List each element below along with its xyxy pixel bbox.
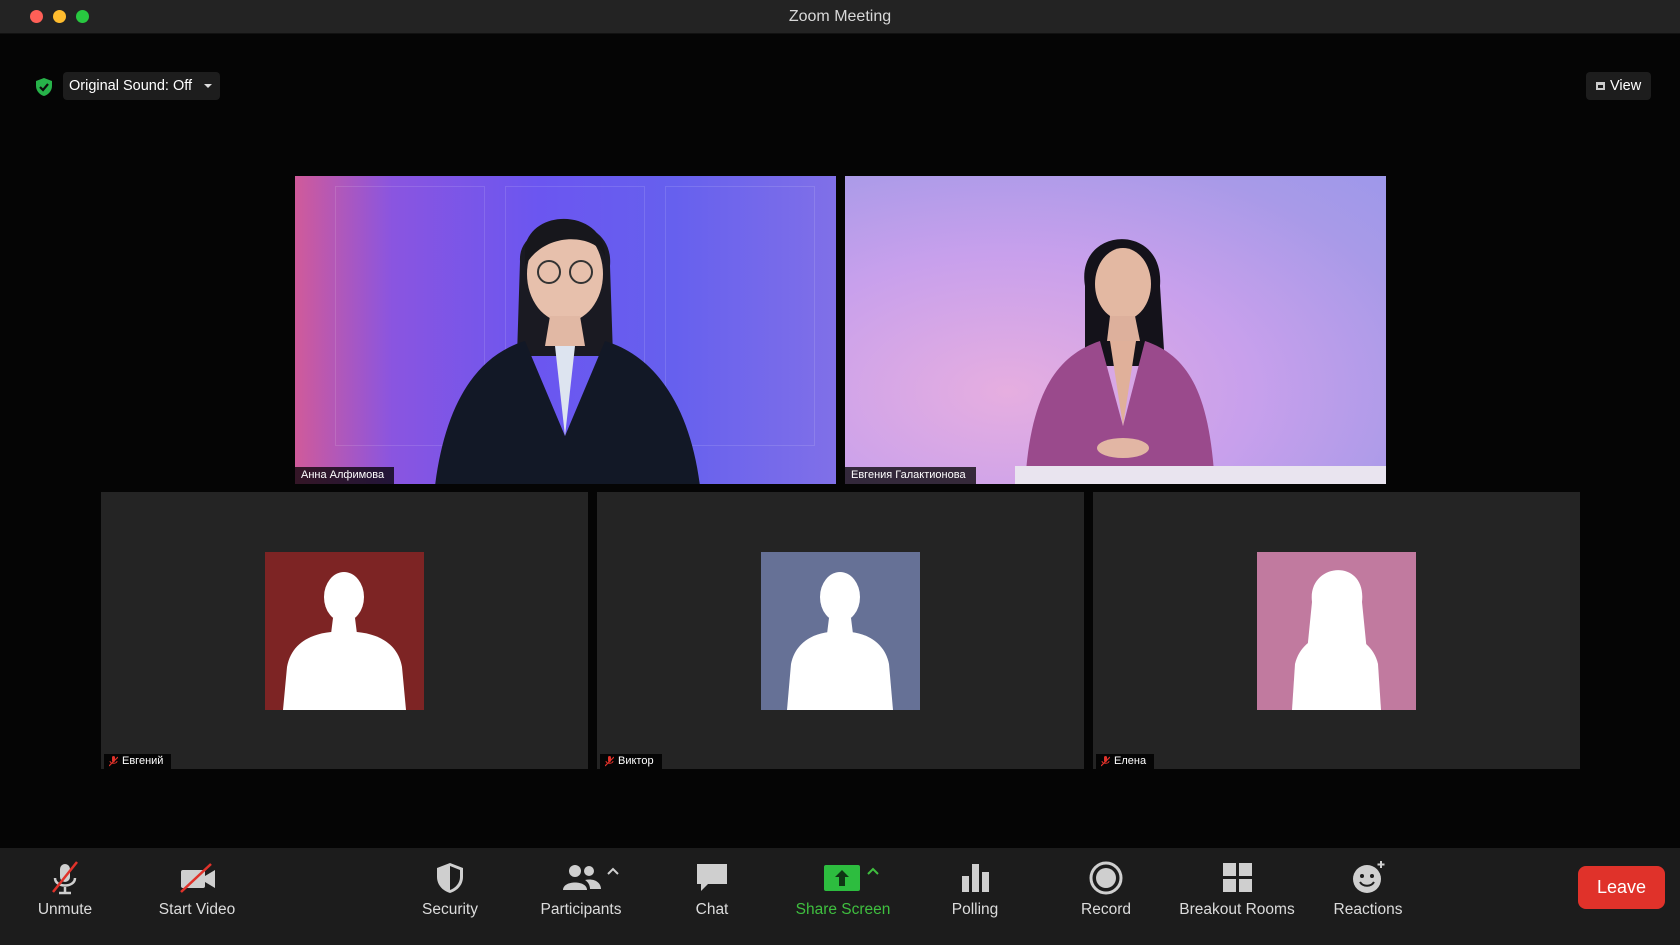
polling-label: Polling [951,901,999,918]
person-silhouette-icon [1292,570,1381,710]
muted-microphone-icon [52,861,78,895]
participants-caret-up-icon[interactable] [604,863,622,881]
avatar [265,552,424,710]
avatar [1257,552,1416,710]
table-surface [1015,466,1386,484]
polling-button[interactable]: Polling [935,848,1015,945]
participant-name-tag: Елена [1096,754,1155,769]
security-button[interactable]: Security [410,848,490,945]
meeting-toolbar: Unmute Start Video Security Participants… [0,848,1680,945]
record-button[interactable]: Record [1066,848,1146,945]
view-button[interactable]: View [1586,72,1651,100]
muted-mic-icon [1101,756,1110,767]
participant-tile-viktor[interactable]: Виктор [597,492,1084,769]
avatar [761,552,920,710]
participant-name-tag: Виктор [600,754,662,769]
video-tile-anna[interactable]: Анна Алфимова [295,176,836,484]
participant-name: Евгений [122,755,164,767]
polling-bar-chart-icon [962,864,989,892]
breakout-rooms-grid-icon [1223,863,1252,892]
person-silhouette-icon [283,572,406,710]
start-video-button[interactable]: Start Video [140,848,254,945]
share-screen-icon [824,865,860,891]
breakout-rooms-button[interactable]: Breakout Rooms [1172,848,1302,945]
person-silhouette-icon [787,572,893,710]
reactions-button[interactable]: Reactions [1328,848,1408,945]
participants-label: Participants [540,901,622,918]
participant-video-person [435,218,700,484]
participant-video-person [1025,239,1215,484]
unmute-label: Unmute [37,901,93,918]
muted-mic-icon [605,756,614,767]
participant-name-tag: Евгения Галактионова [845,467,976,484]
caret-down-icon [204,84,213,88]
record-label: Record [1081,901,1131,918]
encryption-shield-icon[interactable] [34,77,54,97]
unmute-button[interactable]: Unmute [20,848,110,945]
reactions-label: Reactions [1333,901,1403,918]
chat-button[interactable]: Chat [672,848,752,945]
video-off-icon [180,863,215,893]
participant-name: Елена [1114,755,1147,767]
share-screen-caret-up-icon[interactable] [864,863,882,881]
share-screen-label: Share Screen [795,901,891,918]
original-sound-dropdown[interactable]: Original Sound: Off [63,72,221,100]
participant-name-tag: Евгений [104,754,172,769]
reactions-smiley-icon [1353,861,1385,893]
zoom-window: Zoom Meeting Original Sound: Off View Ан… [0,0,1680,945]
participant-tile-elena[interactable]: Елена [1093,492,1580,769]
participant-tile-evgeniy[interactable]: Евгений [101,492,588,769]
security-shield-icon [437,863,463,893]
participants-icon [563,865,601,890]
chat-label: Chat [695,901,729,918]
record-icon [1089,861,1123,895]
participant-name: Виктор [618,755,654,767]
video-tile-evgeniya[interactable]: Евгения Галактионова [845,176,1386,484]
view-label: View [1610,78,1642,94]
gallery-grid-icon [1596,82,1605,90]
security-label: Security [422,901,478,918]
muted-mic-icon [109,756,118,767]
original-sound-label: Original Sound: Off [69,78,193,94]
title-bar: Zoom Meeting [0,0,1680,34]
window-title: Zoom Meeting [788,8,892,25]
chat-bubble-icon [697,864,727,891]
leave-button[interactable]: Leave [1578,866,1665,909]
start-video-label: Start Video [158,901,236,918]
participant-name-tag: Анна Алфимова [295,467,395,484]
breakout-rooms-label: Breakout Rooms [1179,901,1295,918]
